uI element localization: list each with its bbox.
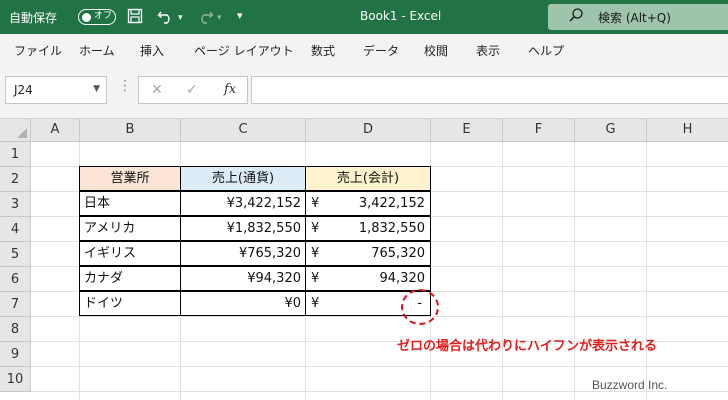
accounting-symbol: ¥ <box>311 246 320 261</box>
redo-dropdown-icon[interactable]: ▾ <box>217 9 222 27</box>
customize-qat-icon[interactable]: ▾ <box>237 7 243 25</box>
tab-review[interactable]: 校閲 <box>424 42 448 59</box>
cell-c4[interactable]: ¥1,832,550 <box>180 216 306 241</box>
undo-icon[interactable] <box>157 8 175 28</box>
gridline <box>502 142 503 400</box>
toggle-knob <box>82 12 91 22</box>
accounting-value: 94,320 <box>379 271 426 286</box>
save-icon[interactable] <box>127 8 143 28</box>
cell-b4[interactable]: アメリカ <box>79 216 181 241</box>
cell-d3[interactable]: ¥ 3,422,152 <box>305 191 431 216</box>
autosave-toggle[interactable]: オフ <box>78 9 116 25</box>
title-bar: 自動保存 オフ ▾ ▾ ▾ Book1 - Excel 検索 (Alt+Q) <box>0 0 728 34</box>
tab-data[interactable]: データ <box>363 42 399 59</box>
annotation-note: ゼロの場合は代わりにハイフンが表示される <box>397 339 658 354</box>
search-icon <box>568 7 584 27</box>
row-header-5[interactable]: 5 <box>0 242 31 267</box>
cell-d5[interactable]: ¥ 765,320 <box>305 241 431 266</box>
cell-b2[interactable]: 営業所 <box>79 166 181 191</box>
select-all-corner[interactable] <box>0 119 31 142</box>
col-header-a[interactable]: A <box>31 119 80 142</box>
row-header-6[interactable]: 6 <box>0 267 31 292</box>
accounting-value: 1,832,550 <box>358 221 425 236</box>
row-header-7[interactable]: 7 <box>0 292 31 317</box>
window-title: Book1 - Excel <box>360 9 442 23</box>
accounting-symbol: ¥ <box>311 196 320 211</box>
formula-bar-splitter-icon[interactable]: ⋮ <box>118 78 132 94</box>
accounting-value: 3,422,152 <box>358 196 425 211</box>
col-header-h[interactable]: H <box>647 119 728 142</box>
col-header-c[interactable]: C <box>181 119 306 142</box>
cell-d2[interactable]: 売上(会計) <box>305 166 431 191</box>
accounting-value: 765,320 <box>371 246 425 261</box>
accounting-symbol: ¥ <box>311 296 320 311</box>
formula-buttons: ✕ ✓ fx <box>138 76 248 104</box>
gridline <box>31 366 728 367</box>
cell-b7[interactable]: ドイツ <box>79 291 181 316</box>
tab-file[interactable]: ファイル <box>14 42 62 59</box>
ribbon-tabs: ファイル ホーム 挿入 ページ レイアウト 数式 データ 校閲 表示 ヘルプ <box>0 34 728 66</box>
row-header-10[interactable]: 10 <box>0 367 31 392</box>
cell-c7[interactable]: ¥0 <box>180 291 306 316</box>
col-header-d[interactable]: D <box>306 119 431 142</box>
redo-icon[interactable] <box>196 8 214 28</box>
cell-b6[interactable]: カナダ <box>79 266 181 291</box>
autosave-label: 自動保存 <box>9 11 58 25</box>
cell-c3[interactable]: ¥3,422,152 <box>180 191 306 216</box>
insert-function-button[interactable]: fx <box>224 82 236 97</box>
search-placeholder: 検索 (Alt+Q) <box>598 11 671 25</box>
tab-formulas[interactable]: 数式 <box>311 42 335 59</box>
tab-help[interactable]: ヘルプ <box>528 42 564 59</box>
cell-b3[interactable]: 日本 <box>79 191 181 216</box>
gridline <box>31 316 728 317</box>
name-box-dropdown-icon[interactable]: ▼ <box>93 84 100 94</box>
col-header-b[interactable]: B <box>80 119 181 142</box>
accounting-symbol: ¥ <box>311 271 320 286</box>
row-header-9[interactable]: 9 <box>0 342 31 367</box>
search-box[interactable]: 検索 (Alt+Q) <box>548 4 728 30</box>
col-header-f[interactable]: F <box>503 119 575 142</box>
cell-d4[interactable]: ¥ 1,832,550 <box>305 216 431 241</box>
gridline <box>574 142 575 400</box>
tab-home[interactable]: ホーム <box>79 42 115 59</box>
cell-c5[interactable]: ¥765,320 <box>180 241 306 266</box>
select-all-triangle-icon <box>17 128 27 138</box>
name-box[interactable]: J24 ▼ <box>5 76 107 104</box>
name-box-value: J24 <box>14 83 33 97</box>
col-header-e[interactable]: E <box>431 119 503 142</box>
autosave-state: オフ <box>94 11 113 21</box>
undo-dropdown-icon[interactable]: ▾ <box>178 9 183 27</box>
col-header-g[interactable]: G <box>575 119 647 142</box>
row-header-3[interactable]: 3 <box>0 192 31 217</box>
cell-c6[interactable]: ¥94,320 <box>180 266 306 291</box>
enter-check-icon[interactable]: ✓ <box>186 82 198 98</box>
highlight-circle <box>401 289 439 325</box>
watermark: Buzzword Inc. <box>592 378 668 392</box>
cell-b5[interactable]: イギリス <box>79 241 181 266</box>
formula-input[interactable] <box>251 76 728 104</box>
row-header-2[interactable]: 2 <box>0 167 31 192</box>
accounting-symbol: ¥ <box>311 221 320 236</box>
row-header-1[interactable]: 1 <box>0 142 31 167</box>
row-header-4[interactable]: 4 <box>0 217 31 242</box>
cell-c2[interactable]: 売上(通貨) <box>180 166 306 191</box>
tab-page-layout[interactable]: ページ レイアウト <box>194 42 294 59</box>
tab-insert[interactable]: 挿入 <box>140 42 164 59</box>
tab-view[interactable]: 表示 <box>476 42 500 59</box>
gridline <box>646 142 647 400</box>
row-header-8[interactable]: 8 <box>0 317 31 342</box>
cell-d6[interactable]: ¥ 94,320 <box>305 266 431 291</box>
cancel-x-icon[interactable]: ✕ <box>151 82 163 98</box>
